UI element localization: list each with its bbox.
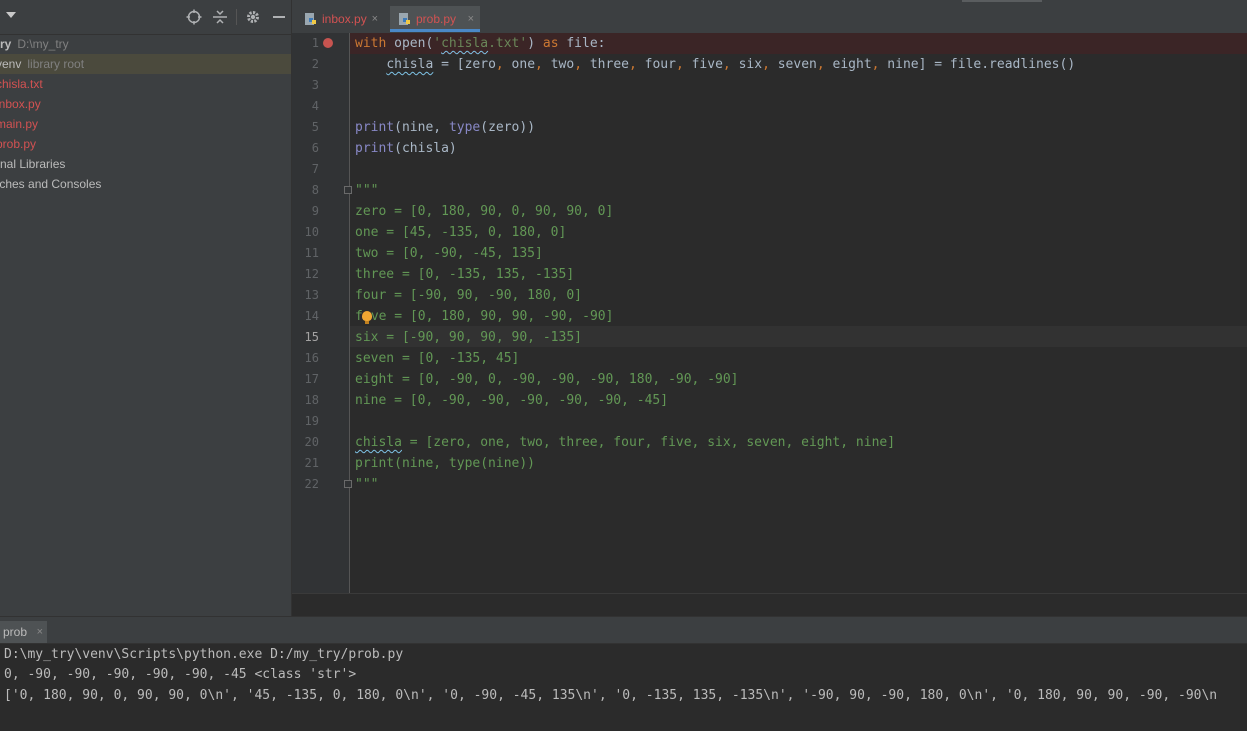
chevron-down-icon[interactable] bbox=[6, 12, 16, 18]
line-number: 6 bbox=[311, 141, 319, 155]
editor-bottom-area bbox=[292, 593, 1247, 617]
code-line-21: print(nine, type(nine)) bbox=[355, 456, 536, 471]
tab-label: prob.py bbox=[416, 12, 457, 26]
tab-inbox-py[interactable]: inbox.py × bbox=[296, 6, 384, 32]
code-line-13: four = [-90, 90, -90, 180, 0] bbox=[355, 288, 582, 303]
editor-tab-bar: inbox.py × prob.py × bbox=[292, 0, 1247, 34]
fold-icon[interactable] bbox=[344, 480, 352, 488]
gear-icon[interactable] bbox=[245, 9, 261, 25]
code-line-1: with open('chisla.txt') as file: bbox=[355, 36, 606, 51]
tab-run-prob[interactable]: prob × bbox=[0, 621, 48, 643]
tree-item-scratches-consoles[interactable]: tches and Consoles bbox=[0, 174, 291, 194]
code-line-10: one = [45, -135, 0, 180, 0] bbox=[355, 225, 567, 240]
code-line-15: six = [-90, 90, 90, 90, -135] bbox=[355, 330, 582, 345]
line-number: 2 bbox=[311, 57, 319, 71]
python-file-icon bbox=[305, 13, 316, 25]
line-number: 10 bbox=[304, 225, 319, 239]
console-line: ['0, 180, 90, 0, 90, 90, 0\n', '45, -135… bbox=[4, 688, 1218, 703]
code-line-12: three = [0, -135, 135, -135] bbox=[355, 267, 575, 282]
line-number-current: 15 bbox=[304, 330, 319, 344]
line-number: 8 bbox=[311, 183, 319, 197]
tree-item-label: rnal Libraries bbox=[0, 157, 66, 171]
tree-item-label: main.py bbox=[0, 117, 39, 131]
tree-item-inbox-py[interactable]: inbox.py bbox=[0, 94, 291, 114]
tree-item-label: chisla.txt bbox=[0, 77, 43, 91]
code-line-6: print(chisla) bbox=[355, 141, 457, 156]
close-icon[interactable]: × bbox=[372, 6, 378, 32]
run-panel: prob × D:\my_try\venv\Scripts\python.exe… bbox=[0, 616, 1247, 731]
tree-item-label: tryD:\my_try bbox=[0, 37, 69, 51]
window-top-strip bbox=[962, 0, 1042, 2]
tree-item-chisla-txt[interactable]: chisla.txt bbox=[0, 74, 291, 94]
code-line-18: nine = [0, -90, -90, -90, -90, -90, -45] bbox=[355, 393, 669, 408]
line-number: 7 bbox=[311, 162, 319, 176]
line-number: 14 bbox=[304, 309, 319, 323]
line-number: 20 bbox=[304, 435, 319, 449]
code-line-17: eight = [0, -90, 0, -90, -90, -90, 180, … bbox=[355, 372, 739, 387]
console-line: 0, -90, -90, -90, -90, -90, -45 <class '… bbox=[4, 667, 357, 682]
tree-item-label: venvlibrary root bbox=[0, 57, 85, 71]
tree-item-label: prob.py bbox=[0, 137, 37, 151]
toolbar-divider bbox=[236, 9, 237, 25]
line-number: 21 bbox=[304, 456, 319, 470]
code-line-9: zero = [0, 180, 90, 0, 90, 90, 0] bbox=[355, 204, 614, 219]
tab-label: inbox.py bbox=[322, 12, 367, 26]
tree-item-main-py[interactable]: main.py bbox=[0, 114, 291, 134]
line-number: 4 bbox=[311, 99, 319, 113]
line-number: 16 bbox=[304, 351, 319, 365]
line-number: 13 bbox=[304, 288, 319, 302]
line-number: 3 bbox=[311, 78, 319, 92]
locate-icon[interactable] bbox=[186, 9, 202, 25]
python-file-icon bbox=[399, 13, 410, 25]
line-number: 9 bbox=[311, 204, 319, 218]
code-line-2: chisla = [zero, one, two, three, four, f… bbox=[386, 57, 1076, 72]
line-number: 22 bbox=[304, 477, 319, 491]
run-tab-bar: prob × bbox=[0, 617, 1247, 644]
code-line-14: f ve = [0, 180, 90, 90, -90, -90] bbox=[355, 309, 614, 324]
breakpoint-icon[interactable] bbox=[323, 38, 333, 48]
code-line-22: """ bbox=[355, 477, 379, 492]
code-line-11: two = [0, -90, -45, 135] bbox=[355, 246, 543, 261]
line-number: 1 bbox=[311, 36, 319, 50]
line-number: 18 bbox=[304, 393, 319, 407]
tree-item-label: inbox.py bbox=[0, 97, 41, 111]
lightbulb-icon[interactable] bbox=[362, 311, 372, 324]
fold-icon[interactable] bbox=[344, 186, 352, 194]
tree-item-external-libraries[interactable]: rnal Libraries bbox=[0, 154, 291, 174]
code-line-20: chisla = [zero, one, two, three, four, f… bbox=[355, 435, 896, 450]
tree-item-prob-py[interactable]: prob.py bbox=[0, 134, 291, 154]
line-number: 12 bbox=[304, 267, 319, 281]
tab-prob-py[interactable]: prob.py × bbox=[390, 6, 480, 32]
code-line-8: """ bbox=[355, 183, 379, 198]
tree-item-venv[interactable]: venvlibrary root bbox=[0, 54, 291, 74]
line-number: 19 bbox=[304, 414, 319, 428]
project-panel: tryD:\my_try venvlibrary root chisla.txt… bbox=[0, 0, 292, 616]
line-number: 17 bbox=[304, 372, 319, 386]
line-number: 11 bbox=[304, 246, 319, 260]
code-line-16: seven = [0, -135, 45] bbox=[355, 351, 520, 366]
close-icon[interactable]: × bbox=[37, 621, 43, 643]
tree-item-project-root[interactable]: tryD:\my_try bbox=[0, 34, 291, 54]
close-icon[interactable]: × bbox=[468, 6, 474, 32]
tree-item-label: tches and Consoles bbox=[0, 177, 102, 191]
line-number: 5 bbox=[311, 120, 319, 134]
console-line: D:\my_try\venv\Scripts\python.exe D:/my_… bbox=[4, 647, 404, 662]
project-toolbar bbox=[0, 0, 291, 35]
code-line-5: print(nine, type(zero)) bbox=[355, 120, 536, 135]
minimize-icon[interactable] bbox=[271, 9, 287, 25]
collapse-icon[interactable] bbox=[212, 9, 228, 25]
run-tab-label: prob bbox=[3, 625, 28, 639]
